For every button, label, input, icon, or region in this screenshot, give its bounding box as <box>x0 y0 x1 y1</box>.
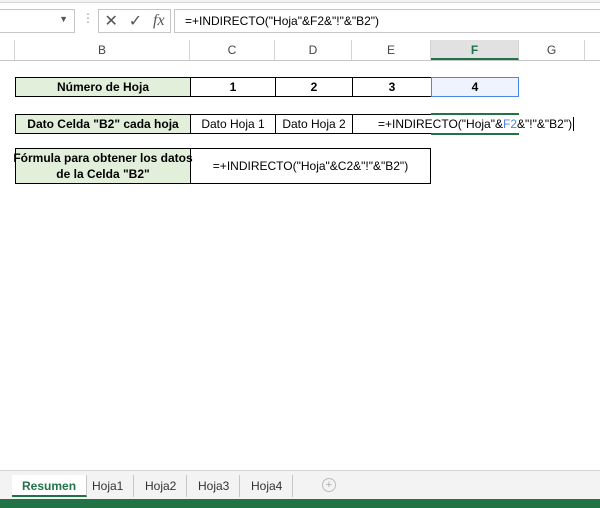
text-cursor <box>573 117 575 131</box>
formula-buttons: ✕ ✓ fx <box>98 9 171 33</box>
column-header-c[interactable]: C <box>190 40 275 60</box>
cell-d-sheet-number[interactable]: 2 <box>275 77 353 97</box>
formula-reference: F2 <box>503 117 518 131</box>
column-header-e[interactable]: E <box>352 40 431 60</box>
enter-icon[interactable]: ✓ <box>129 11 142 31</box>
cell-e-sheet-number[interactable]: 3 <box>352 77 432 97</box>
ribbon-edge <box>0 0 600 3</box>
label-line: Fórmula para obtener los datos <box>13 151 193 165</box>
column-header-b[interactable]: B <box>15 40 190 60</box>
cell-f-sheet-number[interactable]: 4 <box>431 77 519 97</box>
tab-hoja1[interactable]: Hoja1 <box>82 475 135 497</box>
cell-formula-text[interactable]: =+INDIRECTO("Hoja"&C2&"!"&"B2") <box>190 148 431 184</box>
cell-edit-formula[interactable]: =+INDIRECTO("Hoja"&F2&"!"&"B2") <box>378 117 575 131</box>
column-headers: B C D E F G <box>0 40 600 61</box>
column-header-d[interactable]: D <box>275 40 352 60</box>
label-line: de la Celda "B2" <box>56 167 150 181</box>
cell-d-data[interactable]: Dato Hoja 2 <box>275 114 353 134</box>
formula-input[interactable]: =+INDIRECTO("Hoja"&F2&"!"&"B2") <box>174 9 600 33</box>
status-bar <box>0 499 600 508</box>
cell-c-sheet-number[interactable]: 1 <box>190 77 276 97</box>
corner[interactable] <box>0 40 15 60</box>
formula-part: =+INDIRECTO("Hoja"& <box>378 117 503 131</box>
insert-function-icon[interactable]: fx <box>153 12 165 30</box>
name-box[interactable]: ▼ <box>0 9 75 33</box>
column-header-g[interactable]: G <box>519 40 585 60</box>
label-formula[interactable]: Fórmula para obtener los datos de la Celd… <box>13 148 193 184</box>
tab-hoja4[interactable]: Hoja4 <box>241 475 294 497</box>
label-numero-de-hoja[interactable]: Número de Hoja <box>15 77 191 97</box>
tab-hoja2[interactable]: Hoja2 <box>135 475 188 497</box>
column-header-f[interactable]: F <box>431 40 519 60</box>
formula-part: &"!"&"B2") <box>517 117 573 131</box>
add-sheet-icon[interactable]: + <box>322 478 336 492</box>
cancel-icon[interactable]: ✕ <box>104 11 117 31</box>
label-dato-celda[interactable]: Dato Celda "B2" cada hoja <box>15 114 191 134</box>
cell-c-data[interactable]: Dato Hoja 1 <box>190 114 276 134</box>
chevron-down-icon[interactable]: ▼ <box>59 14 68 24</box>
sheet-tabs: Resumen Hoja1 Hoja2 Hoja3 Hoja4 <box>0 470 600 499</box>
grip-icon: ⋮ <box>82 11 94 25</box>
tab-resumen[interactable]: Resumen <box>12 475 88 497</box>
tab-hoja3[interactable]: Hoja3 <box>188 475 241 497</box>
